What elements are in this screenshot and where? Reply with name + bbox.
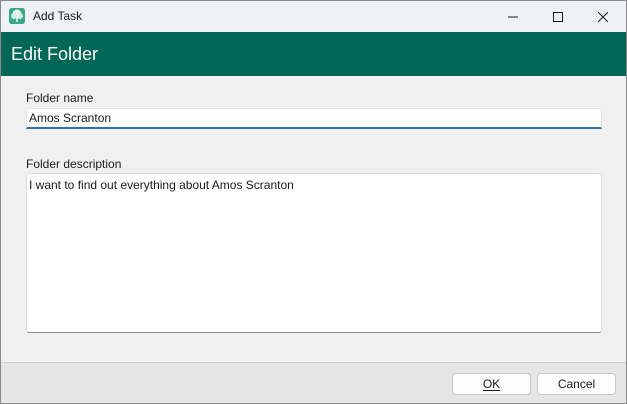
folder-description-textarea[interactable]: I want to find out everything about Amos… xyxy=(26,173,602,333)
ok-button[interactable]: OK xyxy=(452,373,531,395)
page-title: Edit Folder xyxy=(11,44,99,64)
close-icon xyxy=(598,11,608,22)
minimize-icon xyxy=(508,12,518,22)
window-title: Add Task xyxy=(33,9,83,23)
button-bar: OK Cancel xyxy=(1,362,626,403)
folder-name-label: Folder name xyxy=(26,91,94,105)
maximize-icon xyxy=(553,11,563,22)
header-banner: Edit Folder xyxy=(1,32,626,76)
folder-description-label: Folder description xyxy=(26,157,122,171)
maximize-button[interactable] xyxy=(535,1,581,32)
cancel-button[interactable]: Cancel xyxy=(537,373,616,395)
tree-icon xyxy=(9,8,25,24)
minimize-button[interactable] xyxy=(490,1,536,32)
cancel-button-label: Cancel xyxy=(557,377,596,391)
dialog-window: Add Task Edit Folder Folder name Folder … xyxy=(0,0,627,404)
title-bar[interactable]: Add Task xyxy=(1,1,626,32)
folder-name-input[interactable] xyxy=(26,108,602,129)
ok-button-label: OK xyxy=(482,377,501,391)
close-button[interactable] xyxy=(580,1,626,32)
